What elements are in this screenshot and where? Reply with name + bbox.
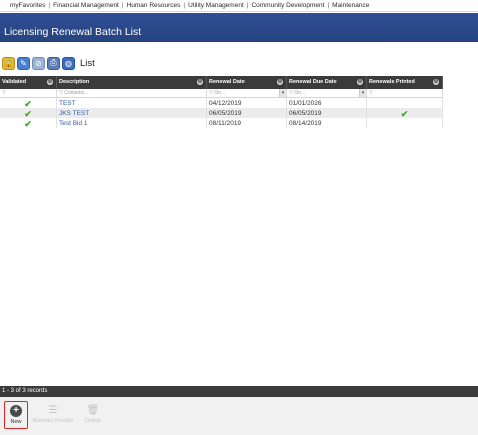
grid-header-row: Validated ⚙ Description ⚙ Renewal Date ⚙ Re…: [0, 76, 443, 89]
results-grid: Validated ⚙ Description ⚙ Renewal Date ⚙ Re…: [0, 76, 443, 129]
nav-separator: |: [327, 2, 330, 9]
toolbar: 🔒 ✎ ⊘ ⎙ ◍ List: [2, 55, 95, 71]
action-bar: + New ☰ Maintain Results 🗑 Delete: [0, 397, 478, 435]
renewal-date-cell: 06/05/2019: [207, 108, 287, 118]
renewal-due-date-cell: 01/01/2026: [287, 98, 367, 108]
filter-icon: ▽: [209, 90, 213, 96]
filter-renewal-date[interactable]: ▽ On... ▾: [207, 89, 287, 97]
filter-icon: ▽: [59, 90, 63, 96]
column-menu-icon[interactable]: ⚙: [357, 79, 363, 85]
table-row[interactable]: ✔ TEST 04/12/2019 01/01/2026: [0, 98, 443, 109]
filter-renewal-due-date[interactable]: ▽ On... ▾: [287, 89, 367, 97]
trash-icon: 🗑: [86, 404, 100, 416]
maintain-results-label: Maintain Results: [32, 418, 74, 424]
printer-icon[interactable]: ⎙: [47, 56, 60, 70]
nav-myfavorites[interactable]: myFavorites: [10, 2, 45, 9]
maintain-results-button: ☰ Maintain Results: [30, 401, 76, 429]
description-cell[interactable]: TEST: [57, 98, 207, 108]
renewal-date-cell: 04/12/2019: [207, 98, 287, 108]
filter-icon: ▽: [289, 90, 293, 96]
calendar-dropdown-icon[interactable]: ▾: [279, 89, 286, 97]
nav-separator: |: [183, 2, 186, 9]
renewal-due-date-cell: 06/05/2019: [287, 108, 367, 118]
nav-separator: |: [246, 2, 249, 9]
renewals-printed-cell: [367, 118, 443, 128]
delete-label: Delete: [85, 418, 101, 424]
nav-financial-management[interactable]: Financial Management: [53, 2, 119, 9]
description-cell[interactable]: JKS TEST: [57, 108, 207, 118]
grid-filter-row: ▽ ▽ Contains... ▽ On... ▾ ▽ On... ▾ ▽: [0, 89, 443, 98]
nav-maintenance[interactable]: Maintenance: [332, 2, 369, 9]
column-menu-icon[interactable]: ⚙: [197, 79, 203, 85]
plus-circle-icon: +: [10, 405, 22, 417]
nav-separator: |: [48, 2, 51, 9]
record-count-status: 1 - 3 of 3 records: [0, 386, 478, 397]
delete-button: 🗑 Delete: [80, 401, 106, 429]
column-menu-icon[interactable]: ⚙: [277, 79, 283, 85]
column-menu-icon[interactable]: ⚙: [47, 79, 53, 85]
record-count-text: 1 - 3 of 3 records: [2, 388, 48, 394]
column-header-description[interactable]: Description ⚙: [57, 76, 207, 89]
renewals-printed-cell: ✔: [367, 108, 443, 119]
no-entry-icon[interactable]: ⊘: [32, 56, 45, 70]
new-button[interactable]: + New: [4, 401, 28, 429]
page-title: Licensing Renewal Batch List: [4, 26, 142, 38]
renewals-printed-cell: [367, 98, 443, 108]
top-navigation: myFavorites | Financial Management | Hum…: [0, 0, 478, 12]
filter-description[interactable]: ▽ Contains...: [57, 89, 207, 97]
nav-separator: |: [121, 2, 124, 9]
lock-icon[interactable]: 🔒: [2, 56, 15, 70]
validated-cell: ✔: [0, 108, 57, 119]
column-header-renewal-due-date[interactable]: Renewal Due Date ⚙: [287, 76, 367, 89]
column-header-validated[interactable]: Validated ⚙: [0, 76, 57, 89]
nav-human-resources[interactable]: Human Resources: [127, 2, 181, 9]
list-view-label: List: [80, 57, 95, 69]
page-title-bar: Licensing Renewal Batch List: [0, 13, 478, 42]
filter-validated[interactable]: ▽: [0, 89, 57, 97]
column-header-renewal-date[interactable]: Renewal Date ⚙: [207, 76, 287, 89]
validated-cell: ✔: [0, 118, 57, 129]
validated-cell: ✔: [0, 98, 57, 109]
globe-icon[interactable]: ◍: [62, 56, 75, 70]
calendar-dropdown-icon[interactable]: ▾: [359, 89, 366, 97]
renewal-due-date-cell: 08/14/2019: [287, 118, 367, 128]
filter-icon: ▽: [369, 90, 373, 96]
nav-community-development[interactable]: Community Development: [251, 2, 324, 9]
column-menu-icon[interactable]: ⚙: [433, 79, 439, 85]
new-button-label: New: [10, 419, 22, 425]
table-row[interactable]: ✔ JKS TEST 06/05/2019 06/05/2019 ✔: [0, 108, 443, 119]
filter-icon: ▽: [2, 90, 6, 96]
app-window: myFavorites | Financial Management | Hum…: [0, 0, 478, 435]
description-cell[interactable]: Test Bid 1: [57, 118, 207, 128]
list-icon: ☰: [48, 404, 58, 416]
pencil-icon[interactable]: ✎: [17, 56, 30, 70]
nav-utility-management[interactable]: Utility Management: [188, 2, 244, 9]
renewal-date-cell: 08/11/2019: [207, 118, 287, 128]
table-row[interactable]: ✔ Test Bid 1 08/11/2019 08/14/2019: [0, 118, 443, 129]
filter-renewals-printed[interactable]: ▽: [367, 89, 443, 97]
checkmark-icon: ✔: [24, 119, 32, 129]
column-header-renewals-printed[interactable]: Renewals Printed ⚙: [367, 76, 443, 89]
